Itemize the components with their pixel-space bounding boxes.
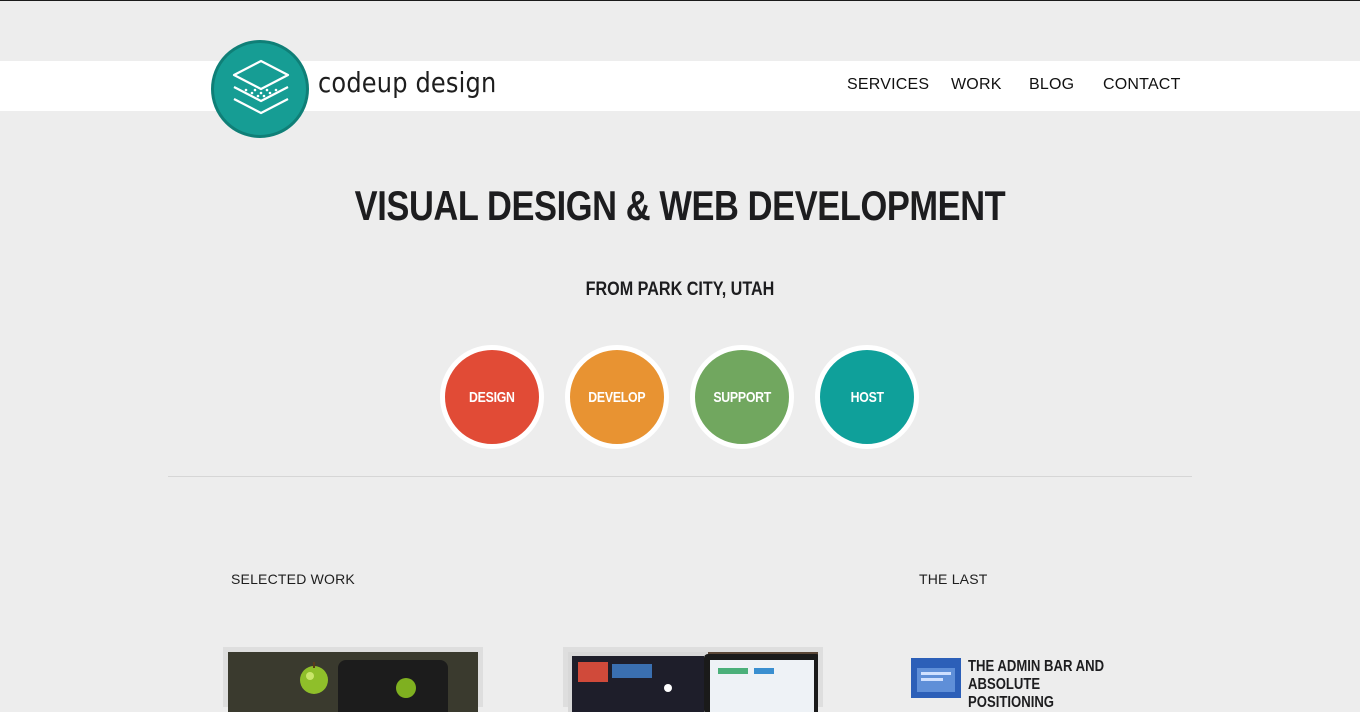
service-support-label: SUPPORT [713, 388, 771, 406]
selected-work-heading: SELECTED WORK [231, 571, 355, 587]
work-item-1[interactable] [223, 647, 483, 712]
section-divider [168, 476, 1192, 477]
hero-subtitle: FROM PARK CITY, UTAH [585, 279, 775, 300]
service-develop-button[interactable]: DEVELOP [565, 345, 669, 449]
nav-blog[interactable]: BLOG [1029, 76, 1074, 94]
service-host-button[interactable]: HOST [815, 345, 919, 449]
brand-name[interactable]: codeup design [318, 66, 496, 99]
work-item-1-image[interactable] [228, 652, 478, 712]
work-item-2-image[interactable] [568, 652, 818, 712]
nav-contact[interactable]: CONTACT [1103, 76, 1181, 94]
latest-post-title[interactable]: THE ADMIN BAR AND ABSOLUTE POSITIONING [968, 658, 1124, 712]
nav-services[interactable]: SERVICES [847, 76, 929, 94]
stacked-layers-icon [232, 59, 290, 115]
service-design-button[interactable]: DESIGN [440, 345, 544, 449]
service-host-label: HOST [850, 388, 884, 406]
latest-post-thumbnail[interactable] [911, 658, 961, 698]
service-support-button[interactable]: SUPPORT [690, 345, 794, 449]
work-item-2[interactable] [563, 647, 823, 712]
hero-title: VISUAL DESIGN & WEB DEVELOPMENT [354, 182, 1006, 229]
service-design-label: DESIGN [469, 388, 515, 406]
logo[interactable] [211, 40, 309, 138]
nav-work[interactable]: WORK [951, 76, 1002, 94]
service-develop-label: DEVELOP [588, 388, 646, 406]
window-top-border [0, 0, 1360, 1]
the-last-heading: THE LAST [919, 571, 988, 587]
